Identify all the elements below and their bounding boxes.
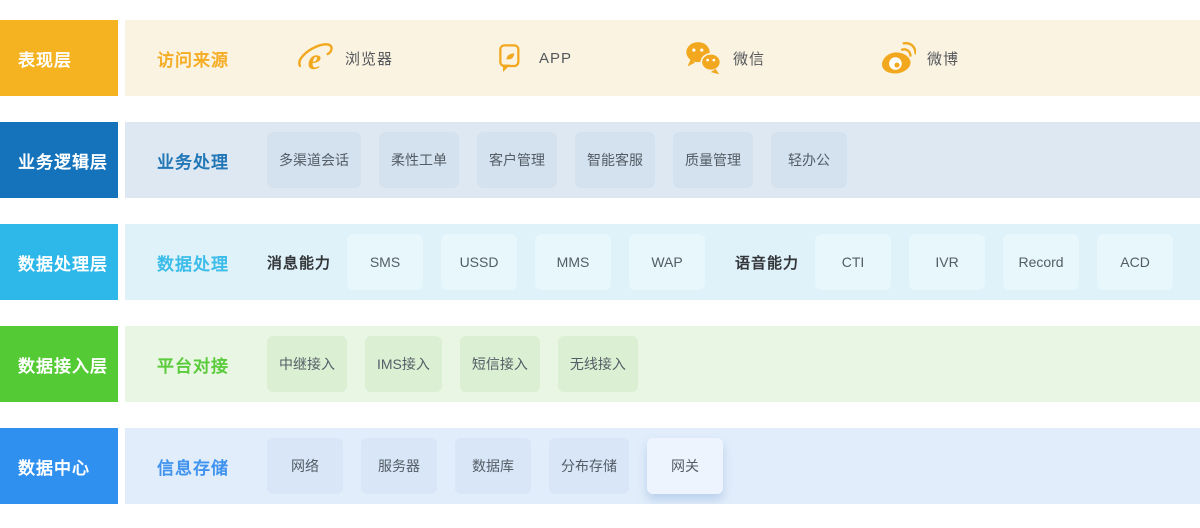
layer-data-center: 数据中心 信息存储 网络 服务器 数据库 分布存储 网关 [0,428,1200,504]
chip: USSD [441,234,518,290]
layer-data-access-label: 数据接入层 [0,326,118,402]
access-source-label: 微信 [733,50,766,68]
chip: IVR [909,234,986,290]
layer-data-processing-body: 数据处理 消息能力 SMS USSD MMS WAP 语音能力 CTI IVR Record AC… [125,224,1200,300]
capability-group-title: 消息能力 [267,254,332,272]
capability-group-title: 语音能力 [735,254,800,272]
layer-business-logic: 业务逻辑层 业务处理 多渠道会话 柔性工单 客户管理 智能客服 质量管理 轻办公 [0,122,1200,198]
category-access-sources: 访问来源 [157,50,229,70]
chip: 多渠道会话 [267,132,361,188]
chip: IMS接入 [365,336,442,392]
access-source-label: 浏览器 [345,50,394,68]
chip-highlighted: 网关 [647,438,723,494]
chip: 分布存储 [549,438,629,494]
layer-data-access-body: 平台对接 中继接入 IMS接入 短信接入 无线接入 [125,326,1200,402]
access-source-item: 微博 [877,38,1071,78]
chip: 客户管理 [477,132,557,188]
access-source-item: e 浏览器 [295,38,489,78]
access-source-item: APP [489,38,683,78]
layer-data-center-label: 数据中心 [0,428,118,504]
category-business-processing: 业务处理 [157,152,229,172]
wechat-icon [683,38,723,78]
chip: CTI [815,234,892,290]
architecture-diagram: 表现层 访问来源 e 浏览器 APP 微信 微博 业务逻辑层 业务处理 多渠道会话 柔性工… [0,0,1200,528]
chip: 柔性工单 [379,132,459,188]
chip: MMS [535,234,612,290]
chip: WAP [629,234,706,290]
category-information-storage: 信息存储 [157,458,229,478]
layer-data-processing: 数据处理层 数据处理 消息能力 SMS USSD MMS WAP 语音能力 CTI IVR Re… [0,224,1200,300]
access-source-label: APP [539,49,573,67]
app-icon [489,38,529,78]
category-platform-connection: 平台对接 [157,356,229,376]
layer-business-logic-body: 业务处理 多渠道会话 柔性工单 客户管理 智能客服 质量管理 轻办公 [125,122,1200,198]
layer-data-access: 数据接入层 平台对接 中继接入 IMS接入 短信接入 无线接入 [0,326,1200,402]
chip: Record [1003,234,1080,290]
chip: 短信接入 [459,336,540,392]
chip: SMS [347,234,424,290]
chip: 轻办公 [771,132,847,188]
chip: ACD [1097,234,1174,290]
business-chip-list: 多渠道会话 柔性工单 客户管理 智能客服 质量管理 轻办公 [267,132,865,188]
layer-presentation-label: 表现层 [0,20,118,96]
access-chip-list: 中继接入 IMS接入 短信接入 无线接入 [267,336,656,392]
layer-stack: 表现层 访问来源 e 浏览器 APP 微信 微博 业务逻辑层 业务处理 多渠道会话 柔性工… [0,20,1200,504]
chip: 数据库 [455,438,531,494]
chip: 无线接入 [557,336,638,392]
access-source-label: 微博 [927,50,960,68]
category-data-processing: 数据处理 [157,254,229,274]
layer-presentation-body: 访问来源 e 浏览器 APP 微信 微博 [125,20,1200,96]
ie-browser-icon: e [295,38,335,78]
layer-data-processing-label: 数据处理层 [0,224,118,300]
layer-data-center-body: 信息存储 网络 服务器 数据库 分布存储 网关 [125,428,1200,504]
chip: 网络 [267,438,343,494]
access-source-list: e 浏览器 APP 微信 微博 [267,38,1071,78]
chip: 服务器 [361,438,437,494]
chip: 智能客服 [575,132,655,188]
layer-presentation: 表现层 访问来源 e 浏览器 APP 微信 微博 [0,20,1200,96]
weibo-icon [877,38,917,78]
access-source-item: 微信 [683,38,877,78]
chip: 质量管理 [673,132,753,188]
storage-chip-list: 网络 服务器 数据库 分布存储 网关 [267,438,741,494]
layer-business-logic-label: 业务逻辑层 [0,122,118,198]
capability-group-list: 消息能力 SMS USSD MMS WAP 语音能力 CTI IVR Record ACD [267,234,1191,290]
chip: 中继接入 [267,336,347,392]
